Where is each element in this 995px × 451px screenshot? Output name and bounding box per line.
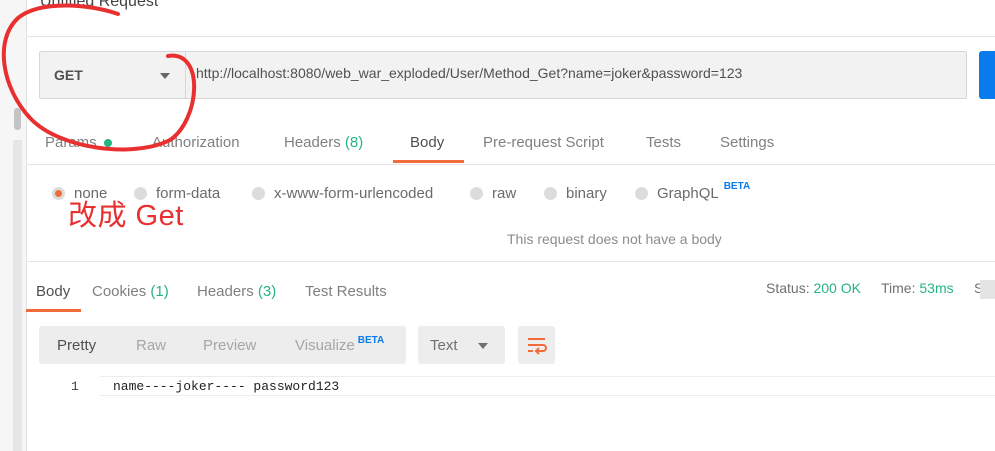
wrap-lines-icon: [528, 338, 547, 355]
tab-settings[interactable]: Settings: [720, 134, 774, 164]
response-code-line: name----joker---- password123: [113, 379, 340, 394]
tab-params[interactable]: Params: [45, 134, 97, 164]
method-label: GET: [54, 67, 83, 83]
response-time: Time: 53ms: [881, 280, 954, 296]
beta-badge: BETA: [723, 180, 751, 192]
response-tab-body[interactable]: Body: [36, 283, 70, 300]
line-number: 1: [71, 379, 79, 394]
dropdown-caret-icon: [160, 73, 170, 79]
divider: [26, 36, 995, 37]
right-scroll-thumb[interactable]: [980, 280, 995, 299]
radio-icon: [52, 186, 65, 200]
params-indicator-dot: [104, 139, 112, 147]
tab-pre-request-script[interactable]: Pre-request Script: [483, 134, 604, 164]
beta-badge: BETA: [357, 335, 385, 346]
radio-x-www-form-urlencoded[interactable]: x-www-form-urlencoded: [252, 183, 433, 203]
radio-icon: [635, 186, 648, 200]
view-preview[interactable]: Preview: [203, 337, 256, 354]
method-select[interactable]: GET: [39, 51, 185, 99]
scroll-track[interactable]: [13, 140, 22, 451]
view-raw[interactable]: Raw: [136, 337, 166, 354]
divider: [26, 261, 995, 262]
url-input[interactable]: [196, 65, 956, 81]
response-status: Status: 200 OK: [766, 280, 861, 296]
radio-icon: [544, 186, 557, 200]
wrap-lines-button[interactable]: [518, 326, 555, 364]
tab-authorization[interactable]: Authorization: [152, 134, 240, 164]
send-button[interactable]: [979, 51, 995, 99]
radio-graphql[interactable]: GraphQL BETA: [635, 180, 751, 203]
no-body-message: This request does not have a body: [507, 231, 722, 247]
tab-tests[interactable]: Tests: [646, 134, 681, 164]
radio-raw[interactable]: raw: [470, 183, 516, 203]
request-title[interactable]: Untitled Request: [40, 0, 158, 26]
dropdown-caret-icon: [478, 343, 488, 349]
radio-icon: [252, 186, 265, 200]
active-response-tab-indicator: [26, 309, 81, 312]
left-scroll-gutter[interactable]: [0, 0, 27, 451]
tab-headers[interactable]: Headers (8): [284, 134, 363, 164]
view-pretty[interactable]: Pretty: [57, 337, 96, 354]
format-select[interactable]: Text: [418, 326, 505, 364]
url-field[interactable]: [185, 51, 967, 99]
response-tab-headers[interactable]: Headers (3): [197, 283, 276, 300]
annotation-text: 改成 Get: [68, 200, 184, 232]
format-label: Text: [430, 337, 458, 354]
divider: [26, 164, 995, 165]
response-tab-cookies[interactable]: Cookies (1): [92, 283, 169, 300]
response-tab-test-results[interactable]: Test Results: [305, 283, 387, 300]
active-tab-indicator: [393, 160, 464, 163]
view-visualize[interactable]: Visualize BETA: [295, 335, 385, 354]
scroll-thumb[interactable]: [14, 108, 21, 130]
radio-icon: [470, 186, 483, 200]
radio-binary[interactable]: binary: [544, 183, 607, 203]
